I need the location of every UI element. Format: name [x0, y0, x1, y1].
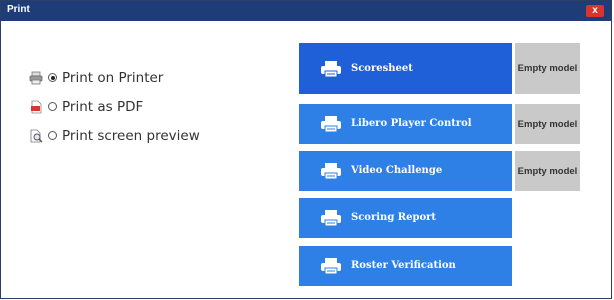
scoring-report-button[interactable]: Scoring Report	[299, 198, 512, 238]
option-label: Print as PDF	[62, 98, 144, 115]
preview-icon	[30, 129, 43, 142]
option-label: Print screen preview	[62, 127, 200, 144]
printer-icon	[29, 71, 43, 84]
scoresheet-button[interactable]: Scoresheet	[299, 43, 512, 94]
option-label: Print on Printer	[62, 69, 164, 86]
option-print-on-printer[interactable]: Print on Printer	[29, 63, 200, 92]
document-label: Scoresheet	[351, 63, 413, 74]
document-label: Libero Player Control	[351, 118, 472, 129]
radio-print-screen-preview[interactable]	[48, 131, 57, 140]
window-title: Print	[7, 4, 30, 15]
libero-player-control-model-button[interactable]: Empty model	[515, 104, 580, 144]
roster-verification-button[interactable]: Roster Verification	[299, 246, 512, 286]
libero-player-control-button[interactable]: Libero Player Control	[299, 104, 512, 144]
radio-print-on-printer[interactable]	[48, 73, 57, 82]
document-label: Roster Verification	[351, 260, 456, 271]
printer-icon	[321, 258, 341, 275]
printer-icon	[321, 116, 341, 133]
print-dialog: Print x Print on Printer Print as PDF Pr…	[0, 0, 612, 299]
print-options: Print on Printer Print as PDF Print scre…	[29, 63, 200, 150]
document-label: Video Challenge	[351, 165, 443, 176]
video-challenge-button[interactable]: Video Challenge	[299, 151, 512, 191]
scoresheet-model-button[interactable]: Empty model	[515, 43, 580, 94]
document-label: Scoring Report	[351, 212, 437, 223]
option-print-screen-preview[interactable]: Print screen preview	[29, 121, 200, 150]
video-challenge-model-button[interactable]: Empty model	[515, 151, 580, 191]
printer-icon	[321, 61, 341, 78]
close-button[interactable]: x	[586, 5, 604, 17]
option-print-as-pdf[interactable]: Print as PDF	[29, 92, 200, 121]
radio-print-as-pdf[interactable]	[48, 102, 57, 111]
pdf-icon	[31, 100, 42, 113]
printer-icon	[321, 163, 341, 180]
title-bar: Print x	[1, 1, 611, 21]
printer-icon	[321, 210, 341, 227]
